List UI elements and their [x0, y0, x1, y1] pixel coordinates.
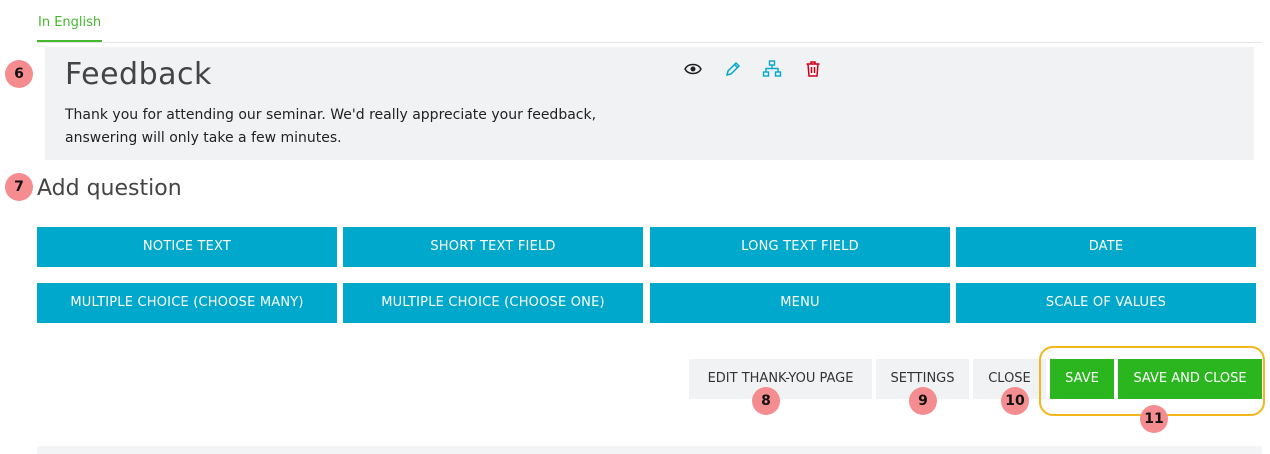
sitemap-icon[interactable]: [762, 59, 782, 79]
annotation-badge-11: 11: [1140, 405, 1168, 433]
multiple-choice-one-button[interactable]: MULTIPLE CHOICE (CHOOSE ONE): [343, 283, 643, 323]
feedback-section: Feedback Thank you for attending our sem…: [45, 47, 1254, 160]
annotation-badge-6: 6: [5, 60, 33, 88]
trash-icon[interactable]: [803, 59, 823, 79]
language-tabbar: In English: [37, 0, 1262, 43]
multiple-choice-many-button[interactable]: MULTIPLE CHOICE (CHOOSE MANY): [37, 283, 337, 323]
feedback-description: Thank you for attending our seminar. We'…: [65, 107, 597, 146]
annotation-badge-7: 7: [5, 173, 33, 201]
menu-button[interactable]: MENU: [650, 283, 950, 323]
date-button[interactable]: DATE: [956, 227, 1256, 267]
scale-of-values-button[interactable]: SCALE OF VALUES: [956, 283, 1256, 323]
annotation-badge-10: 10: [1001, 387, 1029, 415]
feedback-title: Feedback: [65, 57, 212, 92]
pencil-icon[interactable]: [723, 59, 743, 79]
save-button[interactable]: SAVE: [1050, 359, 1114, 399]
add-question-heading: Add question: [37, 176, 182, 201]
annotation-badge-9: 9: [909, 387, 937, 415]
annotation-badge-8: 8: [752, 387, 780, 415]
edit-thank-you-page-button[interactable]: EDIT THANK-YOU PAGE: [689, 359, 872, 399]
long-text-field-button[interactable]: LONG TEXT FIELD: [650, 227, 950, 267]
footer-strip: [37, 446, 1262, 454]
notice-text-button[interactable]: NOTICE TEXT: [37, 227, 337, 267]
save-and-close-button[interactable]: SAVE AND CLOSE: [1118, 359, 1262, 399]
tab-english[interactable]: In English: [37, 14, 103, 42]
short-text-field-button[interactable]: SHORT TEXT FIELD: [343, 227, 643, 267]
eye-icon[interactable]: [683, 59, 703, 79]
